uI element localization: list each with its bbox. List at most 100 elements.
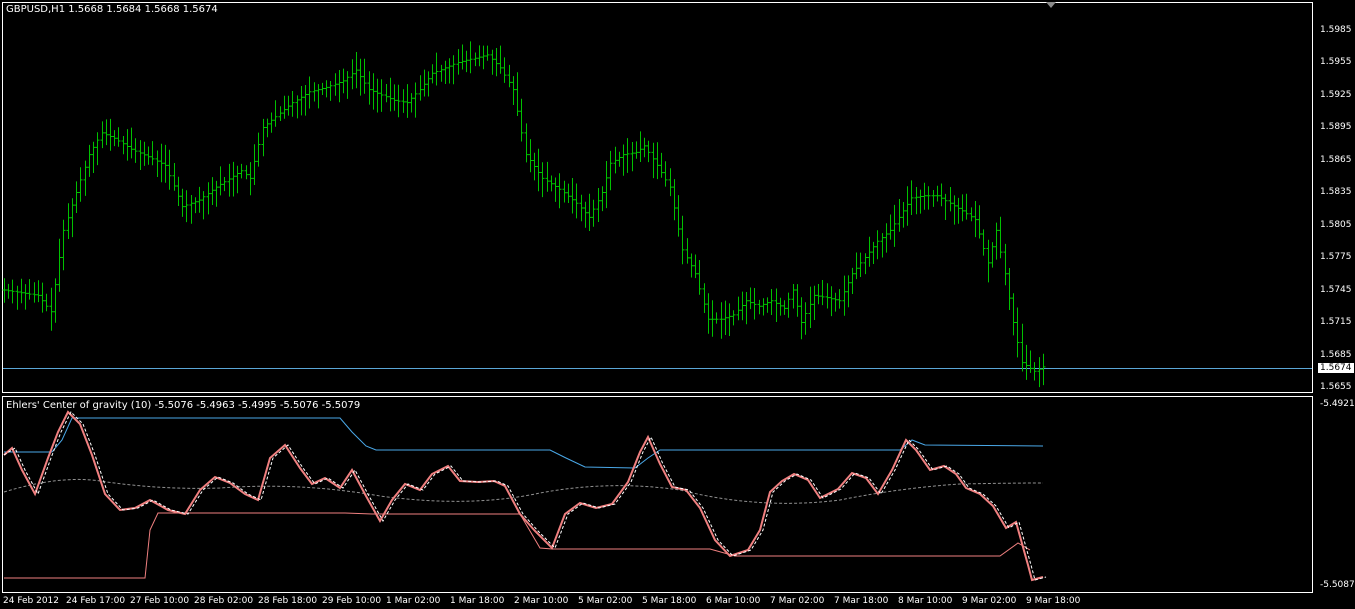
price-bar bbox=[235, 165, 240, 194]
price-bar bbox=[918, 189, 923, 214]
price-bar bbox=[218, 166, 223, 196]
time-label: 27 Feb 10:00 bbox=[130, 596, 190, 606]
price-bar bbox=[350, 59, 355, 90]
price-bar bbox=[282, 95, 287, 119]
price-bar bbox=[952, 195, 957, 225]
price-bar bbox=[1003, 243, 1008, 286]
price-bar bbox=[61, 219, 66, 271]
price-bar bbox=[451, 55, 456, 85]
main-chart-title: GBPUSD,H1 1.5668 1.5684 1.5668 1.5674 bbox=[6, 4, 218, 15]
price-bar bbox=[752, 288, 757, 320]
price-bar bbox=[23, 284, 28, 310]
price-bar bbox=[646, 140, 651, 163]
price-bar bbox=[621, 144, 626, 176]
price-bar bbox=[405, 84, 410, 118]
price-bar bbox=[570, 178, 575, 214]
price-bar bbox=[935, 185, 940, 202]
price-bar bbox=[943, 193, 948, 220]
price-bar bbox=[812, 285, 817, 320]
price-bar bbox=[562, 180, 567, 203]
price-bar bbox=[608, 150, 613, 191]
indicator-tick: -5.5087 bbox=[1320, 580, 1355, 590]
price-bar bbox=[532, 152, 537, 181]
price-bar bbox=[379, 79, 384, 112]
price-bar bbox=[617, 151, 622, 167]
price-bar bbox=[545, 161, 550, 192]
price-bar bbox=[468, 41, 473, 74]
price-bar bbox=[498, 45, 503, 74]
shift-marker-icon[interactable] bbox=[1046, 2, 1056, 8]
price-bar bbox=[600, 186, 605, 212]
price-bar bbox=[748, 287, 753, 310]
price-bar bbox=[685, 238, 690, 264]
price-bar bbox=[10, 279, 15, 304]
price-bar bbox=[744, 292, 749, 325]
time-label: 2 Mar 10:00 bbox=[514, 596, 569, 606]
price-bar bbox=[197, 186, 202, 213]
price-bar bbox=[672, 179, 677, 221]
time-label: 5 Mar 18:00 bbox=[642, 596, 697, 606]
price-bar bbox=[261, 118, 266, 157]
price-bar bbox=[155, 150, 160, 177]
indicator-panel-frame bbox=[2, 396, 1313, 593]
price-bar bbox=[579, 194, 584, 222]
price-bar bbox=[256, 132, 261, 167]
price-bar bbox=[994, 222, 999, 260]
price-bar bbox=[757, 299, 762, 315]
price-bar bbox=[278, 106, 283, 121]
price-bar bbox=[206, 182, 211, 215]
price-bar bbox=[540, 162, 545, 198]
lower-band-line bbox=[4, 512, 1031, 579]
price-bar bbox=[6, 283, 11, 299]
price-bar bbox=[939, 183, 944, 207]
price-bar bbox=[176, 176, 181, 206]
price-bar bbox=[189, 195, 194, 224]
chart-canvas[interactable] bbox=[0, 0, 1355, 609]
price-bar bbox=[443, 60, 448, 84]
price-bar bbox=[693, 254, 698, 279]
price-bar bbox=[761, 298, 766, 316]
price-bar bbox=[808, 286, 813, 328]
price-bar bbox=[795, 284, 800, 317]
price-bar bbox=[854, 252, 859, 280]
price-bar bbox=[142, 141, 147, 166]
price-bar bbox=[668, 168, 673, 197]
price-bar bbox=[286, 95, 291, 116]
price-bar bbox=[464, 50, 469, 73]
price-bar bbox=[960, 194, 965, 222]
price-bar bbox=[133, 138, 138, 163]
price-bar bbox=[536, 148, 541, 192]
price-tick: 1.5745 bbox=[1320, 285, 1352, 295]
price-bar bbox=[163, 144, 168, 183]
price-bar bbox=[825, 283, 830, 309]
price-bar bbox=[604, 161, 609, 209]
price-bar bbox=[981, 229, 986, 256]
price-bar bbox=[524, 123, 529, 163]
price-bar bbox=[511, 76, 516, 105]
time-label: 7 Mar 02:00 bbox=[770, 596, 825, 606]
price-bar bbox=[248, 162, 253, 196]
price-bar bbox=[193, 197, 198, 214]
price-bar bbox=[362, 58, 367, 94]
time-label: 28 Feb 02:00 bbox=[194, 596, 254, 606]
price-bar bbox=[477, 45, 482, 67]
price-bar bbox=[723, 300, 728, 335]
price-bar bbox=[354, 52, 359, 89]
price-bar bbox=[914, 187, 919, 215]
price-bar bbox=[706, 293, 711, 334]
price-tick: 1.5835 bbox=[1320, 187, 1352, 197]
price-bar bbox=[337, 70, 342, 103]
price-bar bbox=[32, 282, 37, 303]
current-price-label: 1.5674 bbox=[1318, 363, 1354, 373]
price-bar bbox=[680, 215, 685, 265]
price-bar bbox=[587, 193, 592, 231]
time-label: 8 Mar 10:00 bbox=[898, 596, 953, 606]
price-bar bbox=[663, 161, 668, 187]
price-bar bbox=[702, 283, 707, 313]
price-bar bbox=[36, 280, 41, 303]
price-bar bbox=[316, 84, 321, 109]
price-bar bbox=[977, 205, 982, 239]
price-bar bbox=[871, 241, 876, 264]
price-bar bbox=[303, 85, 308, 116]
price-bar bbox=[557, 173, 562, 209]
